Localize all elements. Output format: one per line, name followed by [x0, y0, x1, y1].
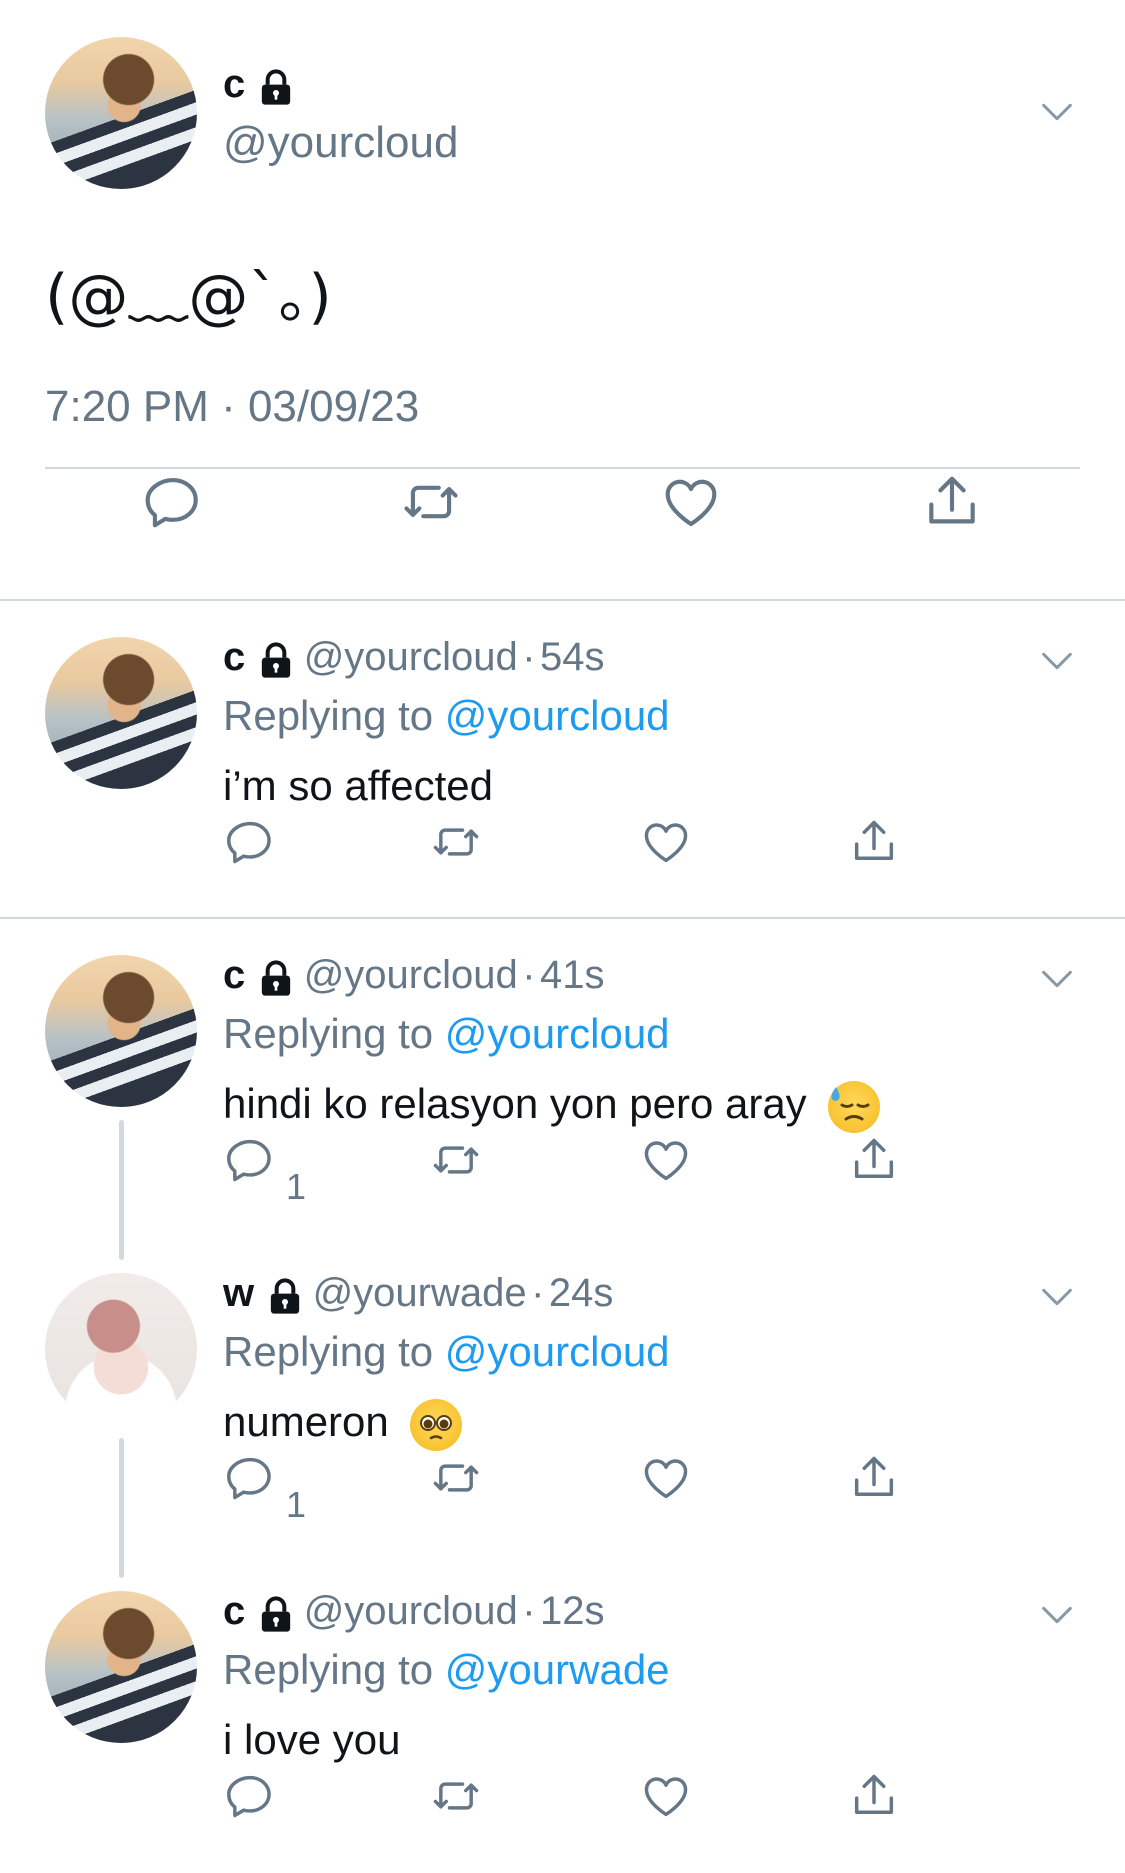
lock-icon [256, 68, 296, 108]
chevron-down-icon[interactable] [1037, 1277, 1077, 1317]
reply-count: 1 [286, 1166, 307, 1207]
chevron-down-icon[interactable] [1037, 92, 1077, 132]
reply-age[interactable]: 54s [540, 635, 605, 679]
chevron-down-icon[interactable] [1037, 641, 1077, 681]
handle[interactable]: @yourwade [313, 1271, 527, 1315]
divider [0, 599, 1125, 601]
thread-line [119, 1438, 124, 1578]
pleading-face-icon [410, 1398, 463, 1451]
like-icon[interactable] [660, 471, 722, 533]
tweet-text: (@﹏@`。) [45, 262, 332, 332]
handle[interactable]: @yourcloud [304, 635, 518, 679]
replying-to-link[interactable]: @yourwade [445, 1646, 670, 1693]
share-icon[interactable] [848, 1452, 900, 1504]
like-icon[interactable] [640, 1770, 692, 1822]
lock-icon [265, 1277, 305, 1317]
reply-body: numeron [223, 1398, 463, 1451]
display-name[interactable]: w [223, 1271, 254, 1315]
reply-age[interactable]: 12s [540, 1589, 605, 1633]
avatar[interactable] [45, 37, 197, 189]
reply-icon[interactable] [224, 1770, 276, 1822]
separator-dot: · [531, 1271, 545, 1315]
replying-to: Replying to @yourcloud [223, 692, 670, 740]
divider [45, 467, 1080, 469]
reply-header: c @yourcloud · 54s [223, 635, 604, 681]
handle[interactable]: @yourcloud [304, 953, 518, 997]
reply-icon[interactable] [224, 816, 276, 868]
share-icon[interactable] [921, 471, 983, 533]
divider [0, 917, 1125, 919]
lock-icon [256, 641, 296, 681]
replying-to: Replying to @yourcloud [223, 1328, 670, 1376]
reply-age[interactable]: 41s [540, 953, 605, 997]
separator-dot: · [522, 1589, 536, 1633]
display-name[interactable]: c [223, 635, 245, 679]
share-icon[interactable] [848, 1770, 900, 1822]
chevron-down-icon[interactable] [1037, 959, 1077, 999]
display-name[interactable]: c [223, 953, 245, 997]
like-icon[interactable] [640, 1452, 692, 1504]
thread-line [119, 1120, 124, 1260]
reply-count: 1 [286, 1484, 307, 1525]
retweet-icon[interactable] [430, 1452, 482, 1504]
lock-icon [256, 959, 296, 999]
separator-dot: · [522, 635, 536, 679]
reply-body: hindi ko relasyon yon pero aray [223, 1080, 881, 1133]
reply-icon[interactable] [142, 471, 204, 533]
reply-header: c @yourcloud · 41s [223, 953, 604, 999]
replying-label: Replying to [223, 1646, 434, 1693]
like-icon[interactable] [640, 1134, 692, 1186]
display-name[interactable]: c [223, 1589, 245, 1633]
display-name[interactable]: c [223, 62, 245, 106]
replying-label: Replying to [223, 692, 434, 739]
separator-dot: · [522, 953, 536, 997]
avatar[interactable] [45, 955, 197, 1107]
main-author: c [223, 62, 296, 108]
reply-text: hindi ko relasyon yon pero aray [223, 1080, 807, 1127]
replying-to: Replying to @yourcloud [223, 1010, 670, 1058]
retweet-icon[interactable] [430, 1134, 482, 1186]
replying-label: Replying to [223, 1328, 434, 1375]
reply-text: i love you [223, 1716, 401, 1763]
avatar[interactable] [45, 1591, 197, 1743]
lock-icon [256, 1595, 296, 1635]
reply-age[interactable]: 24s [549, 1271, 614, 1315]
reply-text: i’m so affected [223, 762, 494, 809]
chevron-down-icon[interactable] [1037, 1595, 1077, 1635]
avatar[interactable] [45, 637, 197, 789]
handle[interactable]: @yourcloud [223, 118, 458, 168]
share-icon[interactable] [848, 1134, 900, 1186]
avatar[interactable] [45, 1273, 197, 1425]
retweet-icon[interactable] [430, 1770, 482, 1822]
share-icon[interactable] [848, 816, 900, 868]
tweet-timestamp[interactable]: 7:20 PM · 03/09/23 [45, 382, 419, 432]
retweet-icon[interactable] [430, 816, 482, 868]
replying-label: Replying to [223, 1010, 434, 1057]
reply-text: numeron [223, 1398, 389, 1445]
reply-icon[interactable] [224, 1452, 276, 1504]
replying-to-link[interactable]: @yourcloud [445, 1328, 670, 1375]
replying-to-link[interactable]: @yourcloud [445, 1010, 670, 1057]
replying-to-link[interactable]: @yourcloud [445, 692, 670, 739]
reply-header: w @yourwade · 24s [223, 1271, 613, 1317]
downcast-face-with-sweat-icon [828, 1080, 881, 1133]
like-icon[interactable] [640, 816, 692, 868]
retweet-icon[interactable] [400, 471, 462, 533]
reply-icon[interactable] [224, 1134, 276, 1186]
reply-header: c @yourcloud · 12s [223, 1589, 604, 1635]
replying-to: Replying to @yourwade [223, 1646, 670, 1694]
handle[interactable]: @yourcloud [304, 1589, 518, 1633]
